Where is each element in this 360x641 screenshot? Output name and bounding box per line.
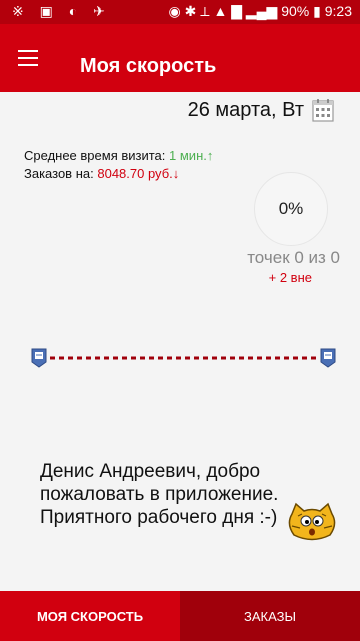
route-end-marker-icon [320,348,336,368]
bottom-tab-bar: МОЯ СКОРОСТЬ ЗАКАЗЫ [0,591,360,641]
progress-percent: 0% [278,199,304,218]
date-selector[interactable]: 26 марта, Вт [188,98,334,122]
orders-label: Заказов на: [24,166,94,181]
app-bar: Моя скорость [0,24,360,92]
status-bar: ※ ▣ ◐ ✈ ◉ ✱ ⟂ ▲ ▇ ▂▄▆ 90% ▮ 9:23 [0,0,360,24]
route-progress [31,348,336,368]
progress-circle: 0% [254,172,328,246]
status-right: ◉ ✱ ⟂ ▲ ▇ ▂▄▆ 90% ▮ 9:23 [169,3,352,20]
battery-icon: ▮ [313,3,321,19]
battery-percent: 90% [281,3,310,19]
avg-visit-value: 1 мин.↑ [169,148,214,163]
orders-value: 8048.70 руб.↓ [97,166,180,181]
calendar-icon[interactable] [312,98,334,122]
greeting-message: Денис Андреевич, добро пожаловать в прил… [40,461,279,528]
main-content: 26 марта, Вт Среднее время визита: 1 мин… [0,92,360,591]
cat-mascot-icon [288,502,336,541]
orders-total: Заказов на: 8048.70 руб.↓ [24,166,179,181]
points-extra: + 2 вне [268,270,312,285]
avg-visit-time: Среднее время визита: 1 мин.↑ [24,148,213,163]
menu-icon[interactable] [18,50,38,66]
route-start-marker-icon [31,348,47,368]
status-system-icons: ◉ ✱ ⟂ ▲ ▇ ▂▄▆ [168,3,282,19]
clock: 9:23 [324,3,352,19]
avg-visit-label: Среднее время визита: [24,148,166,163]
tab-orders[interactable]: ЗАКАЗЫ [180,591,360,641]
page-title: Моя скорость [80,55,217,77]
date-text: 26 марта, Вт [187,98,304,121]
status-notification-icons: ※ ▣ ◐ ✈ [12,3,111,19]
tab-my-speed[interactable]: МОЯ СКОРОСТЬ [0,591,180,641]
points-count: точек 0 из 0 [247,248,340,267]
